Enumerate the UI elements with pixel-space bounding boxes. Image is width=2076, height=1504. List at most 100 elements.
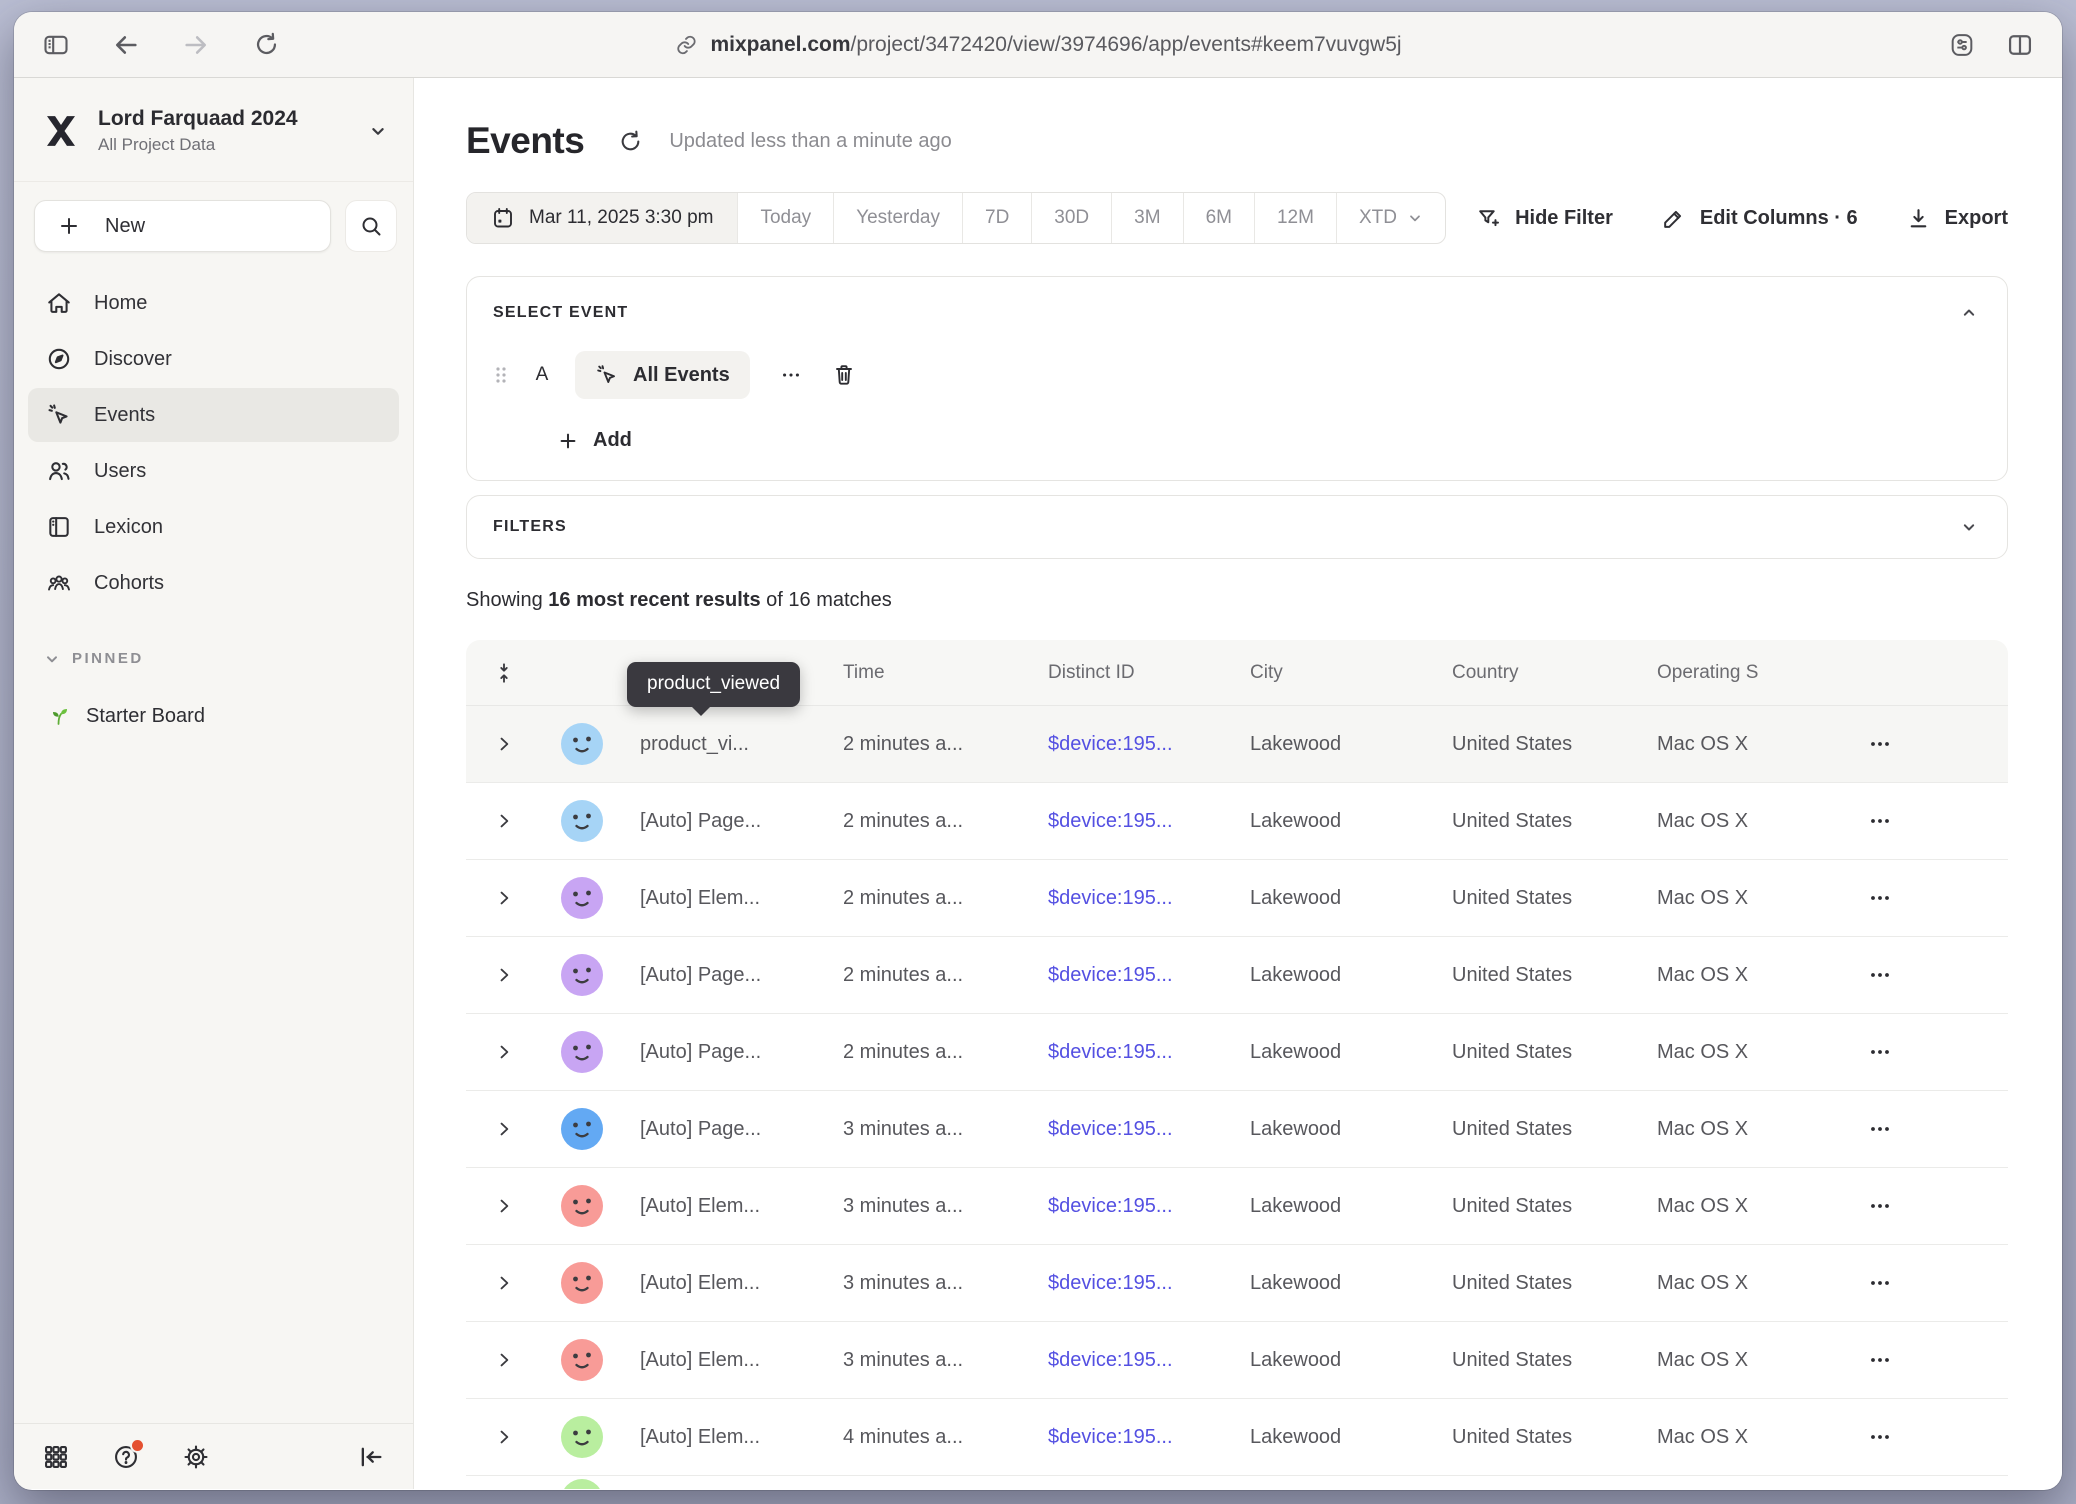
expand-row-icon[interactable] (494, 1273, 514, 1293)
export-button[interactable]: Export (1906, 206, 2008, 231)
drag-handle-icon[interactable] (493, 364, 509, 386)
hide-filter-button[interactable]: Hide Filter (1476, 206, 1613, 231)
distinct-id-link[interactable]: $device:195... (1048, 1041, 1173, 1063)
new-button[interactable]: New (34, 200, 331, 252)
distinct-id-link[interactable]: $device:195... (1048, 1195, 1173, 1217)
chevron-down-icon[interactable] (1959, 517, 1979, 537)
range-30d[interactable]: 30D (1032, 193, 1112, 243)
address-bar[interactable]: mixpanel.com/project/3472420/view/397469… (674, 33, 1401, 57)
pinned-section-header[interactable]: PINNED (44, 650, 413, 667)
trash-icon[interactable] (832, 363, 856, 387)
table-row[interactable]: [Auto] Elem... 4 minutes a... $device:19… (466, 1399, 2008, 1476)
browser-toolbar: mixpanel.com/project/3472420/view/397469… (14, 12, 2062, 78)
event-name: [Auto] Elem... (622, 1426, 825, 1449)
sidebar-item-label: Home (94, 292, 147, 315)
all-events-chip[interactable]: All Events (575, 351, 750, 399)
row-actions-icon[interactable] (1868, 963, 2008, 987)
reload-icon[interactable] (252, 31, 280, 59)
sidebar-item-lexicon[interactable]: Lexicon (28, 500, 399, 554)
range-3m[interactable]: 3M (1112, 193, 1183, 243)
expand-row-icon[interactable] (494, 1196, 514, 1216)
back-icon[interactable] (112, 31, 140, 59)
sidebar-item-users[interactable]: Users (28, 444, 399, 498)
distinct-id-link[interactable]: $device:195... (1048, 964, 1173, 986)
expand-row-icon[interactable] (494, 888, 514, 908)
distinct-id-link[interactable]: $device:195... (1048, 1272, 1173, 1294)
range-6m[interactable]: 6M (1184, 193, 1255, 243)
sidebar-item-home[interactable]: Home (28, 276, 399, 330)
search-button[interactable] (345, 200, 397, 252)
expand-row-icon[interactable] (494, 811, 514, 831)
column-header-country[interactable]: Country (1434, 662, 1639, 684)
all-events-label: All Events (633, 364, 730, 387)
page-settings-icon[interactable] (1948, 31, 1976, 59)
row-actions-icon[interactable] (1868, 886, 2008, 910)
column-header-time[interactable]: Time (825, 662, 1030, 684)
distinct-id-link[interactable]: $device:195... (1048, 1118, 1173, 1140)
range-xtd[interactable]: XTD (1337, 193, 1445, 243)
distinct-id-link[interactable]: $device:195... (1048, 733, 1173, 755)
edit-columns-button[interactable]: Edit Columns · 6 (1661, 206, 1858, 231)
row-actions-icon[interactable] (1868, 1271, 2008, 1295)
date-picker[interactable]: Mar 11, 2025 3:30 pm (467, 193, 738, 243)
column-header-os[interactable]: Operating S (1639, 662, 1852, 684)
table-row[interactable]: [Auto] Elem... 3 minutes a... $device:19… (466, 1168, 2008, 1245)
row-actions-icon[interactable] (1868, 1117, 2008, 1141)
expand-row-icon[interactable] (494, 734, 514, 754)
event-options-icon[interactable] (774, 364, 808, 386)
distinct-id-link[interactable]: $device:195... (1048, 887, 1173, 909)
expand-row-icon[interactable] (494, 1350, 514, 1370)
row-actions-icon[interactable] (1868, 809, 2008, 833)
event-city: Lakewood (1232, 1195, 1434, 1218)
table-row[interactable]: [Auto] Page... 2 minutes a... $device:19… (466, 783, 2008, 860)
expand-row-icon[interactable] (494, 1119, 514, 1139)
event-country: United States (1434, 810, 1639, 833)
row-actions-icon[interactable] (1868, 1348, 2008, 1372)
sidebar-item-cohorts[interactable]: Cohorts (28, 556, 399, 610)
column-header-city[interactable]: City (1232, 662, 1434, 684)
apps-grid-icon[interactable] (42, 1443, 70, 1471)
collapse-sidebar-icon[interactable] (357, 1443, 385, 1471)
table-row[interactable]: [Auto] Page... 2 minutes a... $device:19… (466, 1014, 2008, 1091)
events-table-body: product_vi... 2 minutes a... $device:195… (466, 706, 2008, 1476)
event-name: [Auto] Elem... (622, 1272, 825, 1295)
row-actions-icon[interactable] (1868, 1425, 2008, 1449)
table-row[interactable]: [Auto] Elem... 2 minutes a... $device:19… (466, 860, 2008, 937)
notification-dot (130, 1438, 145, 1453)
column-header-distinct-id[interactable]: Distinct ID (1030, 662, 1232, 684)
collapse-all-icon[interactable] (493, 662, 515, 684)
row-actions-icon[interactable] (1868, 1040, 2008, 1064)
add-event-button[interactable]: Add (557, 429, 632, 452)
range-7d[interactable]: 7D (963, 193, 1032, 243)
refresh-icon[interactable] (618, 129, 643, 154)
range-yesterday[interactable]: Yesterday (834, 193, 963, 243)
row-actions-icon[interactable] (1868, 1194, 2008, 1218)
distinct-id-link[interactable]: $device:195... (1048, 1426, 1173, 1448)
range-12m[interactable]: 12M (1255, 193, 1337, 243)
split-view-icon[interactable] (2006, 31, 2034, 59)
chevron-up-icon[interactable] (1959, 303, 1979, 323)
gear-icon[interactable] (182, 1443, 210, 1471)
expand-row-icon[interactable] (494, 1427, 514, 1447)
expand-row-icon[interactable] (494, 1042, 514, 1062)
hide-filter-label: Hide Filter (1515, 207, 1613, 230)
sidebar-item-discover[interactable]: Discover (28, 332, 399, 386)
filters-card[interactable]: FILTERS (466, 495, 2008, 559)
browser-sidebar-toggle-icon[interactable] (42, 31, 70, 59)
table-row[interactable]: [Auto] Page... 3 minutes a... $device:19… (466, 1091, 2008, 1168)
range-today[interactable]: Today (738, 193, 834, 243)
distinct-id-link[interactable]: $device:195... (1048, 1349, 1173, 1371)
project-switcher[interactable]: Lord Farquaad 2024 All Project Data (14, 78, 413, 182)
help-button[interactable] (112, 1443, 140, 1471)
table-row[interactable]: [Auto] Elem... 3 minutes a... $device:19… (466, 1322, 2008, 1399)
select-event-title: SELECT EVENT (493, 304, 628, 322)
table-row[interactable]: [Auto] Page... 2 minutes a... $device:19… (466, 937, 2008, 1014)
table-row[interactable]: [Auto] Elem... 3 minutes a... $device:19… (466, 1245, 2008, 1322)
table-row[interactable]: product_vi... 2 minutes a... $device:195… (466, 706, 2008, 783)
table-row-partial (466, 1476, 2008, 1489)
row-actions-icon[interactable] (1868, 732, 2008, 756)
sidebar-item-starter-board[interactable]: Starter Board (28, 691, 413, 741)
distinct-id-link[interactable]: $device:195... (1048, 810, 1173, 832)
sidebar-item-events[interactable]: Events (28, 388, 399, 442)
expand-row-icon[interactable] (494, 965, 514, 985)
